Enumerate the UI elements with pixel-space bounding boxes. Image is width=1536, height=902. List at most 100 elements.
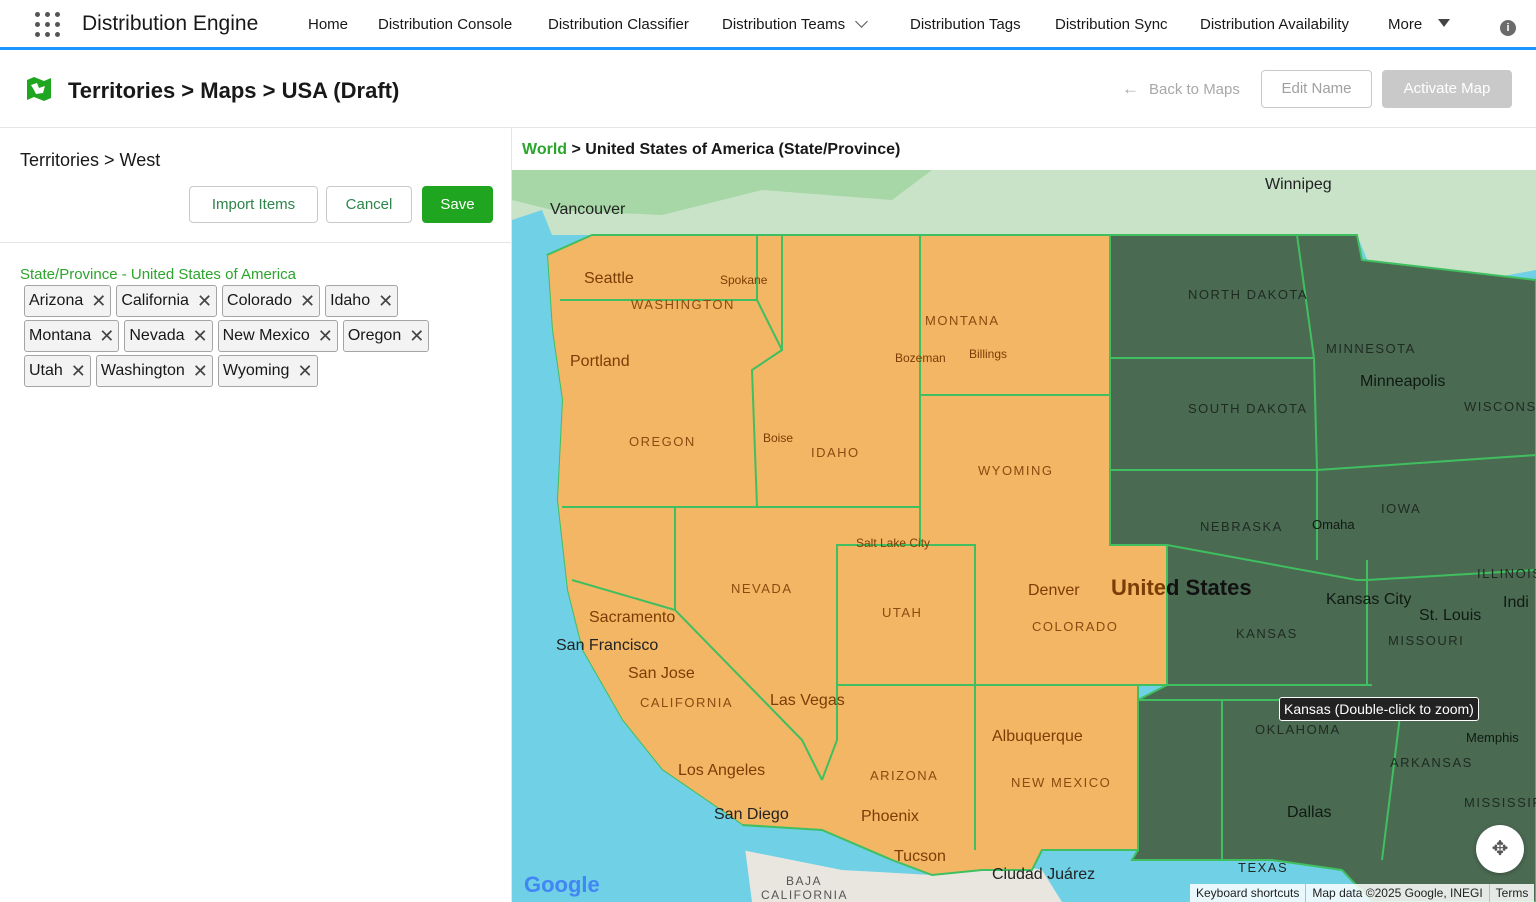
state-label: SOUTH DAKOTA — [1188, 401, 1308, 416]
territory-map[interactable]: WASHINGTON OREGON IDAHO MONTANA WYOMING … — [512, 170, 1536, 902]
save-button[interactable]: Save — [422, 186, 493, 223]
city-label: Las Vegas — [770, 692, 845, 709]
import-items-button[interactable]: Import Items — [189, 186, 318, 223]
recenter-icon[interactable]: ✥ — [1476, 825, 1524, 873]
state-pill: Nevada ✕ — [124, 320, 213, 352]
city-label: Portland — [570, 353, 630, 370]
state-pill-label: Colorado — [227, 292, 292, 309]
activate-map-button[interactable]: Activate Map — [1382, 70, 1512, 108]
remove-icon[interactable]: ✕ — [409, 327, 424, 345]
page-header: Territories > Maps > USA (Draft) ← Back t… — [0, 53, 1536, 128]
state-label: MISSOURI — [1388, 633, 1465, 648]
country-label: United States — [1111, 575, 1252, 601]
city-label: Boise — [763, 431, 794, 445]
city-label: Kansas City — [1326, 591, 1412, 608]
nav-distribution-availability[interactable]: Distribution Availability — [1200, 16, 1349, 33]
remove-icon[interactable]: ✕ — [99, 327, 114, 345]
nav-distribution-tags[interactable]: Distribution Tags — [910, 16, 1021, 33]
city-label: Billings — [969, 347, 1008, 361]
state-label: COLORADO — [1032, 619, 1119, 634]
state-label: OKLAHOMA — [1255, 722, 1341, 737]
remove-icon[interactable]: ✕ — [197, 292, 212, 310]
state-label: OREGON — [629, 434, 696, 449]
remove-icon[interactable]: ✕ — [297, 362, 312, 380]
map-breadcrumb: World > United States of America (State/… — [522, 141, 900, 159]
city-label: Albuquerque — [992, 728, 1083, 745]
cancel-button[interactable]: Cancel — [326, 186, 412, 223]
breadcrumb-world-link[interactable]: World — [522, 141, 567, 158]
state-pill: Montana ✕ — [24, 320, 120, 352]
nav-home[interactable]: Home — [308, 16, 348, 33]
state-pill: Arizona ✕ — [24, 285, 112, 317]
city-label: Minneapolis — [1360, 373, 1446, 390]
map-canvas[interactable] — [512, 170, 1536, 902]
state-label: IOWA — [1381, 501, 1422, 516]
city-label: Seattle — [584, 270, 634, 287]
page-title: Territories > Maps > USA (Draft) — [68, 78, 400, 103]
city-label: San Francisco — [556, 637, 659, 654]
state-label: UTAH — [882, 605, 923, 620]
state-label: CALIFORNIA — [640, 695, 734, 710]
nav-distribution-console[interactable]: Distribution Console — [378, 16, 512, 33]
city-label: Dallas — [1287, 804, 1332, 821]
map-attribution: Keyboard shortcuts Map data ©2025 Google… — [1190, 884, 1535, 902]
state-pill: Washington ✕ — [95, 355, 213, 387]
top-navigation: Distribution Engine Home Distribution Co… — [0, 0, 1536, 50]
city-label: St. Louis — [1419, 607, 1482, 624]
region-label: BAJA — [786, 874, 823, 888]
state-pill: New Mexico ✕ — [217, 320, 338, 352]
remove-icon[interactable]: ✕ — [71, 362, 86, 380]
state-label: WASHINGTON — [631, 297, 735, 312]
city-label: Vancouver — [550, 201, 626, 218]
region-label: CALIFORNIA — [761, 888, 849, 902]
city-label: Denver — [1028, 582, 1080, 599]
state-pill-label: Washington — [100, 362, 185, 379]
nav-distribution-teams[interactable]: Distribution Teams — [722, 15, 868, 33]
state-label: MONTANA — [925, 313, 1000, 328]
app-launcher-icon[interactable] — [34, 11, 62, 39]
state-label: IDAHO — [811, 445, 860, 460]
state-label: WYOMING — [978, 463, 1054, 478]
remove-icon[interactable]: ✕ — [193, 327, 208, 345]
city-label: Los Angeles — [678, 762, 766, 779]
terms-link[interactable]: Terms — [1490, 884, 1535, 902]
city-label: Spokane — [720, 273, 768, 287]
city-label: San Diego — [714, 806, 789, 823]
state-label: MISSISSIP — [1464, 795, 1536, 810]
google-logo-text: Google — [524, 872, 600, 897]
map-data-text: Map data ©2025 Google, INEGI — [1306, 884, 1490, 902]
remove-icon[interactable]: ✕ — [193, 362, 208, 380]
nav-distribution-sync[interactable]: Distribution Sync — [1055, 16, 1168, 33]
city-label: Tucson — [894, 848, 946, 865]
state-label: ILLINOIS — [1477, 566, 1536, 581]
country-label-a: Unite — [1111, 575, 1166, 600]
state-pill: Colorado ✕ — [222, 285, 321, 317]
divider — [0, 242, 512, 243]
territory-panel: Territories > West Import Items Cancel S… — [0, 128, 512, 902]
nav-more-label: More — [1388, 16, 1423, 33]
back-to-maps-link[interactable]: ← Back to Maps — [1122, 79, 1240, 99]
state-label: KANSAS — [1236, 626, 1298, 641]
remove-icon[interactable]: ✕ — [91, 292, 106, 310]
state-pill: Oregon ✕ — [342, 320, 430, 352]
remove-icon[interactable]: ✕ — [318, 327, 333, 345]
state-label: Indi — [1503, 594, 1529, 611]
chevron-down-icon[interactable] — [855, 15, 868, 28]
city-label: Phoenix — [861, 808, 919, 825]
keyboard-shortcuts-link[interactable]: Keyboard shortcuts — [1190, 884, 1307, 902]
state-pill-label: California — [121, 292, 189, 309]
remove-icon[interactable]: ✕ — [300, 292, 315, 310]
edit-name-button[interactable]: Edit Name — [1261, 70, 1372, 108]
nav-distribution-classifier[interactable]: Distribution Classifier — [548, 16, 689, 33]
info-icon[interactable]: i — [1500, 20, 1516, 36]
state-pill-label: Wyoming — [222, 362, 290, 379]
back-to-maps-label: Back to Maps — [1149, 81, 1240, 98]
nav-more[interactable]: More — [1388, 16, 1451, 33]
state-label: ARIZONA — [870, 768, 939, 783]
state-pill-label: New Mexico — [222, 327, 310, 344]
state-pill: Idaho ✕ — [325, 285, 399, 317]
state-pill-label: Utah — [29, 362, 63, 379]
remove-icon[interactable]: ✕ — [378, 292, 393, 310]
state-pill-label: Oregon — [347, 327, 402, 344]
city-label: Salt Lake City — [856, 536, 931, 550]
